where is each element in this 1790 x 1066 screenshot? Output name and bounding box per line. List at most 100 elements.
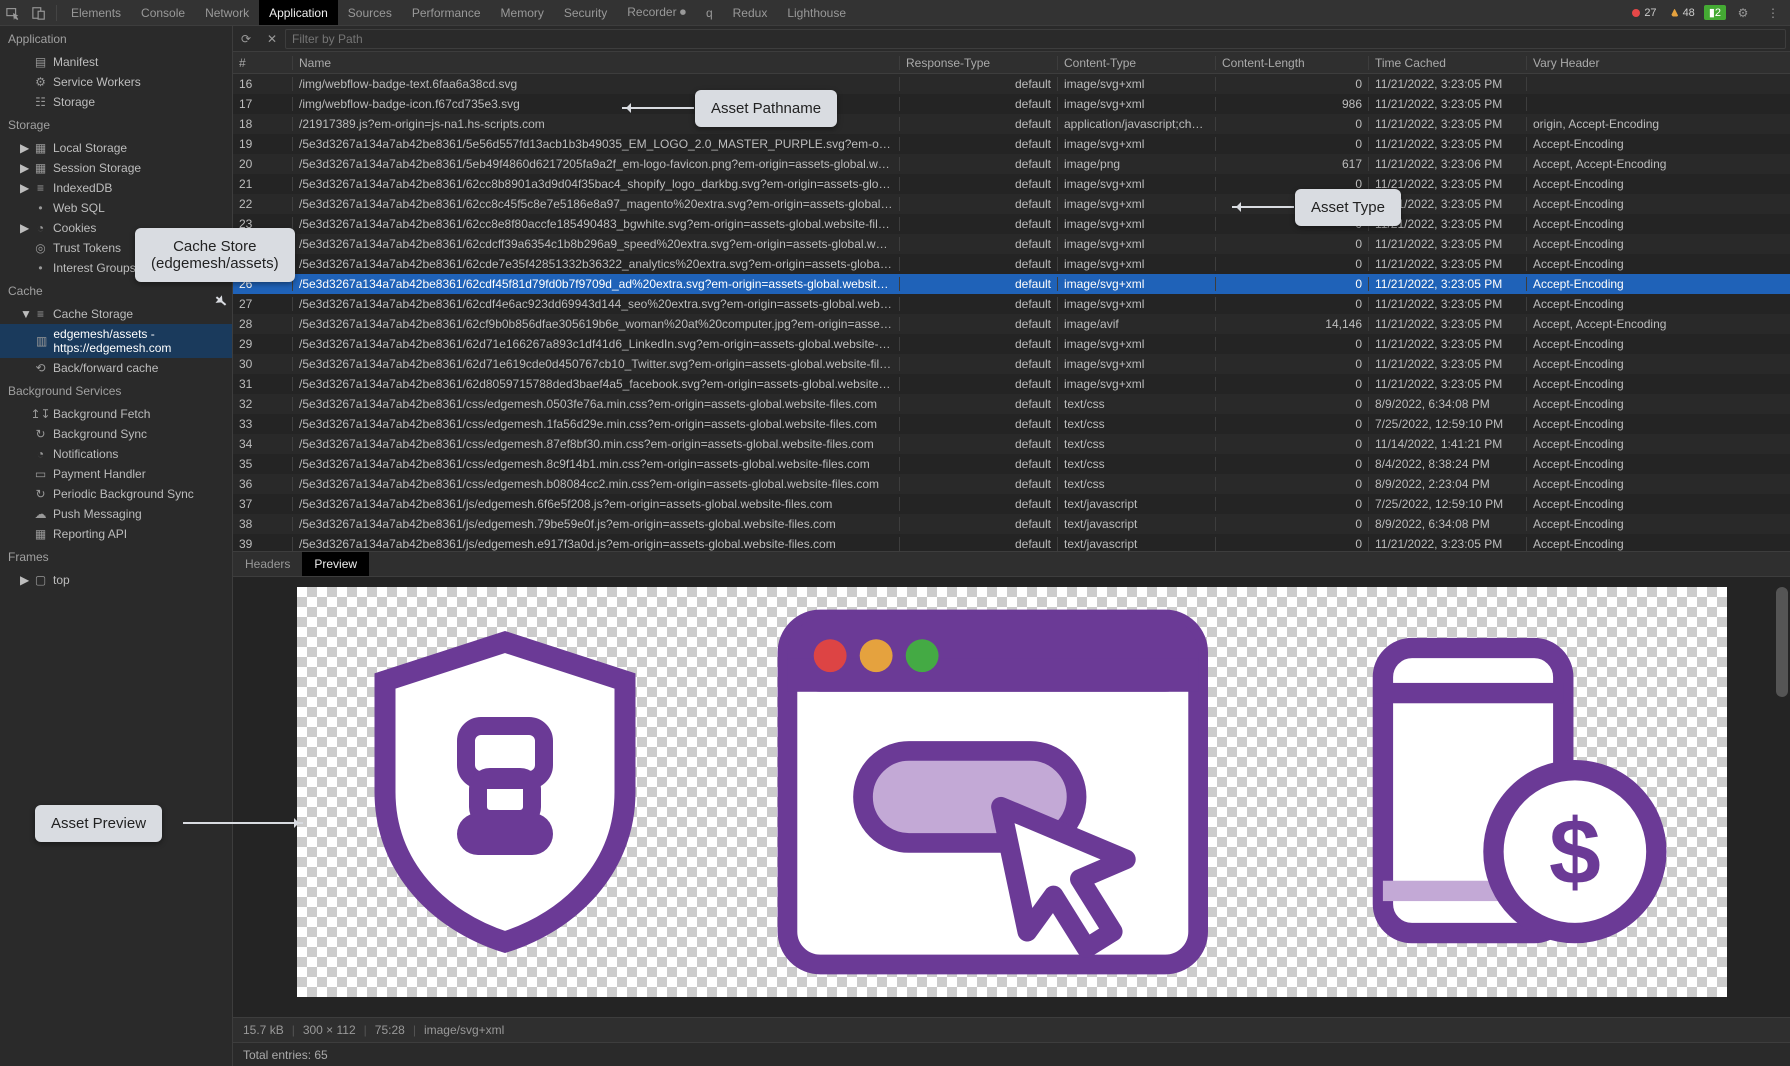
sidebar-item-session-storage[interactable]: ▶▦Session Storage <box>0 158 232 178</box>
table-row[interactable]: 31/5e3d3267a134a7ab42be8361/62d805971578… <box>233 374 1790 394</box>
db-sm-icon: ☷ <box>34 96 47 109</box>
table-row[interactable]: 33/5e3d3267a134a7ab42be8361/css/edgemesh… <box>233 414 1790 434</box>
application-sidebar: Application▤Manifest⚙Service Workers☷Sto… <box>0 26 233 1066</box>
table-row[interactable]: 37/5e3d3267a134a7ab42be8361/js/edgemesh.… <box>233 494 1790 514</box>
table-row[interactable]: 29/5e3d3267a134a7ab42be8361/62d71e166267… <box>233 334 1790 354</box>
sub-tab-headers[interactable]: Headers <box>233 552 302 576</box>
table-row[interactable]: 32/5e3d3267a134a7ab42be8361/css/edgemesh… <box>233 394 1790 414</box>
footer-total: Total entries: 65 <box>233 1042 1790 1066</box>
table-row[interactable]: 39/5e3d3267a134a7ab42be8361/js/edgemesh.… <box>233 534 1790 551</box>
table-row[interactable]: 21/5e3d3267a134a7ab42be8361/62cc8b8901a3… <box>233 174 1790 194</box>
sidebar-item-back-forward-cache[interactable]: ⟲Back/forward cache <box>0 358 232 378</box>
warning-badge[interactable]: 48 <box>1666 6 1700 20</box>
col-time-cached[interactable]: Time Cached <box>1369 56 1527 70</box>
table-row[interactable]: 23/5e3d3267a134a7ab42be8361/62cc8e8f80ac… <box>233 214 1790 234</box>
table-row[interactable]: 16/img/webflow-badge-text.6faa6a38cd.svg… <box>233 74 1790 94</box>
sidebar-section-frames: Frames <box>0 544 232 570</box>
col-vary-header[interactable]: Vary Header <box>1527 56 1790 70</box>
devtools-topbar: ElementsConsoleNetworkApplicationSources… <box>0 0 1790 26</box>
tab-sources[interactable]: Sources <box>338 0 402 25</box>
annotation-cache-store: Cache Store (edgemesh/assets) <box>135 228 295 282</box>
table-row[interactable]: 35/5e3d3267a134a7ab42be8361/css/edgemesh… <box>233 454 1790 474</box>
none-icon: • <box>34 202 47 215</box>
sidebar-item-cache-storage[interactable]: ▼≡Cache Storage <box>0 304 232 324</box>
table-row[interactable]: 38/5e3d3267a134a7ab42be8361/js/edgemesh.… <box>233 514 1790 534</box>
card-icon: ▭ <box>34 468 47 481</box>
sub-tab-preview[interactable]: Preview <box>302 552 369 576</box>
sync-icon: ↻ <box>34 488 47 501</box>
sidebar-item-payment-handler[interactable]: ▭Payment Handler <box>0 464 232 484</box>
sidebar-item-periodic-background-sync[interactable]: ↻Periodic Background Sync <box>0 484 232 504</box>
status-size: 15.7 kB <box>243 1023 284 1037</box>
cache-table: # Name Response-Type Content-Type Conten… <box>233 52 1790 551</box>
status-ratio: 75:28 <box>375 1023 405 1037</box>
table-row[interactable]: 20/5e3d3267a134a7ab42be8361/5eb49f4860d6… <box>233 154 1790 174</box>
filter-input[interactable] <box>285 29 1786 49</box>
tab-application[interactable]: Application <box>259 0 338 25</box>
sidebar-item-background-fetch[interactable]: ↥↧Background Fetch <box>0 404 232 424</box>
table-row[interactable]: 30/5e3d3267a134a7ab42be8361/62d71e619cde… <box>233 354 1790 374</box>
device-toggle-icon[interactable] <box>26 0 52 26</box>
sync-icon: ↻ <box>34 428 47 441</box>
image-preview: $ <box>297 587 1727 997</box>
sidebar-item-manifest[interactable]: ▤Manifest <box>0 52 232 72</box>
table-row[interactable]: 28/5e3d3267a134a7ab42be8361/62cf9b0b856d… <box>233 314 1790 334</box>
content-panel: ⟳ ✕ # Name Response-Type Content-Type Co… <box>233 26 1790 1066</box>
preview-phone-dollar-icon: $ <box>1348 622 1668 962</box>
more-icon[interactable]: ⋮ <box>1760 0 1786 26</box>
db-icon: ≡ <box>34 308 47 321</box>
settings-icon[interactable]: ⚙ <box>1730 0 1756 26</box>
error-badge[interactable]: 27 <box>1627 6 1661 20</box>
col-response-type[interactable]: Response-Type <box>900 56 1058 70</box>
refresh-button[interactable]: ⟳ <box>233 26 259 52</box>
table-row[interactable]: 17/img/webflow-badge-icon.f67cd735e3.svg… <box>233 94 1790 114</box>
info-badge[interactable]: ▮ 2 <box>1704 5 1726 20</box>
sidebar-item-service-workers[interactable]: ⚙Service Workers <box>0 72 232 92</box>
tab-performance[interactable]: Performance <box>402 0 491 25</box>
clear-button[interactable]: ✕ <box>259 26 285 52</box>
col-content-length[interactable]: Content-Length <box>1216 56 1369 70</box>
preview-tabs: HeadersPreview <box>233 551 1790 577</box>
sidebar-item-push-messaging[interactable]: ☁Push Messaging <box>0 504 232 524</box>
none-icon: • <box>34 262 47 275</box>
inspect-icon[interactable] <box>0 0 26 26</box>
tab-lighthouse[interactable]: Lighthouse <box>777 0 856 25</box>
table-header: # Name Response-Type Content-Type Conten… <box>233 52 1790 74</box>
table-row[interactable]: 25/5e3d3267a134a7ab42be8361/62cde7e35f42… <box>233 254 1790 274</box>
tab-console[interactable]: Console <box>131 0 195 25</box>
table-row[interactable]: 34/5e3d3267a134a7ab42be8361/css/edgemesh… <box>233 434 1790 454</box>
sidebar-item-local-storage[interactable]: ▶▦Local Storage <box>0 138 232 158</box>
sidebar-section-application: Application <box>0 26 232 52</box>
col-content-type[interactable]: Content-Type <box>1058 56 1216 70</box>
annotation-asset-type: Asset Type <box>1295 189 1401 226</box>
tab-network[interactable]: Network <box>195 0 259 25</box>
tab-recorder-[interactable]: Recorder ⏺︎ <box>617 0 696 25</box>
table-row[interactable]: 22/5e3d3267a134a7ab42be8361/62cc8c45f5c8… <box>233 194 1790 214</box>
db-icon: ≡ <box>34 182 47 195</box>
sidebar-item-background-sync[interactable]: ↻Background Sync <box>0 424 232 444</box>
sidebar-item-storage[interactable]: ☷Storage <box>0 92 232 112</box>
tab-memory[interactable]: Memory <box>491 0 554 25</box>
sidebar-item-indexeddb[interactable]: ▶≡IndexedDB <box>0 178 232 198</box>
table-row[interactable]: 26/5e3d3267a134a7ab42be8361/62cdf45f81d7… <box>233 274 1790 294</box>
tab-redux[interactable]: Redux <box>723 0 778 25</box>
col-name[interactable]: Name <box>293 56 900 70</box>
table-row[interactable]: 27/5e3d3267a134a7ab42be8361/62cdf4e6ac92… <box>233 294 1790 314</box>
tab-q[interactable]: q <box>696 0 723 25</box>
sidebar-item-edgemesh-assets-https-edgemesh[interactable]: ▥edgemesh/assets - https://edgemesh.com <box>0 324 232 358</box>
tab-security[interactable]: Security <box>554 0 617 25</box>
table-row[interactable]: 18/21917389.js?em-origin=js-na1.hs-scrip… <box>233 114 1790 134</box>
sidebar-item-reporting-api[interactable]: ▦Reporting API <box>0 524 232 544</box>
sidebar-item-notifications[interactable]: ◔Notifications <box>0 444 232 464</box>
tab-elements[interactable]: Elements <box>61 0 131 25</box>
table-row[interactable]: 19/5e3d3267a134a7ab42be8361/5e56d557fd13… <box>233 134 1790 154</box>
bgfetch-icon: ↥↧ <box>34 408 47 421</box>
token-icon: ◎ <box>34 242 47 255</box>
file-icon: ▤ <box>34 56 47 69</box>
sidebar-item-top[interactable]: ▶▢top <box>0 570 232 590</box>
table-row[interactable]: 36/5e3d3267a134a7ab42be8361/css/edgemesh… <box>233 474 1790 494</box>
table-row[interactable]: 24/5e3d3267a134a7ab42be8361/62cdcff39a63… <box>233 234 1790 254</box>
sidebar-item-web-sql[interactable]: •Web SQL <box>0 198 232 218</box>
preview-scrollbar[interactable] <box>1776 587 1788 977</box>
col-index[interactable]: # <box>233 56 293 70</box>
